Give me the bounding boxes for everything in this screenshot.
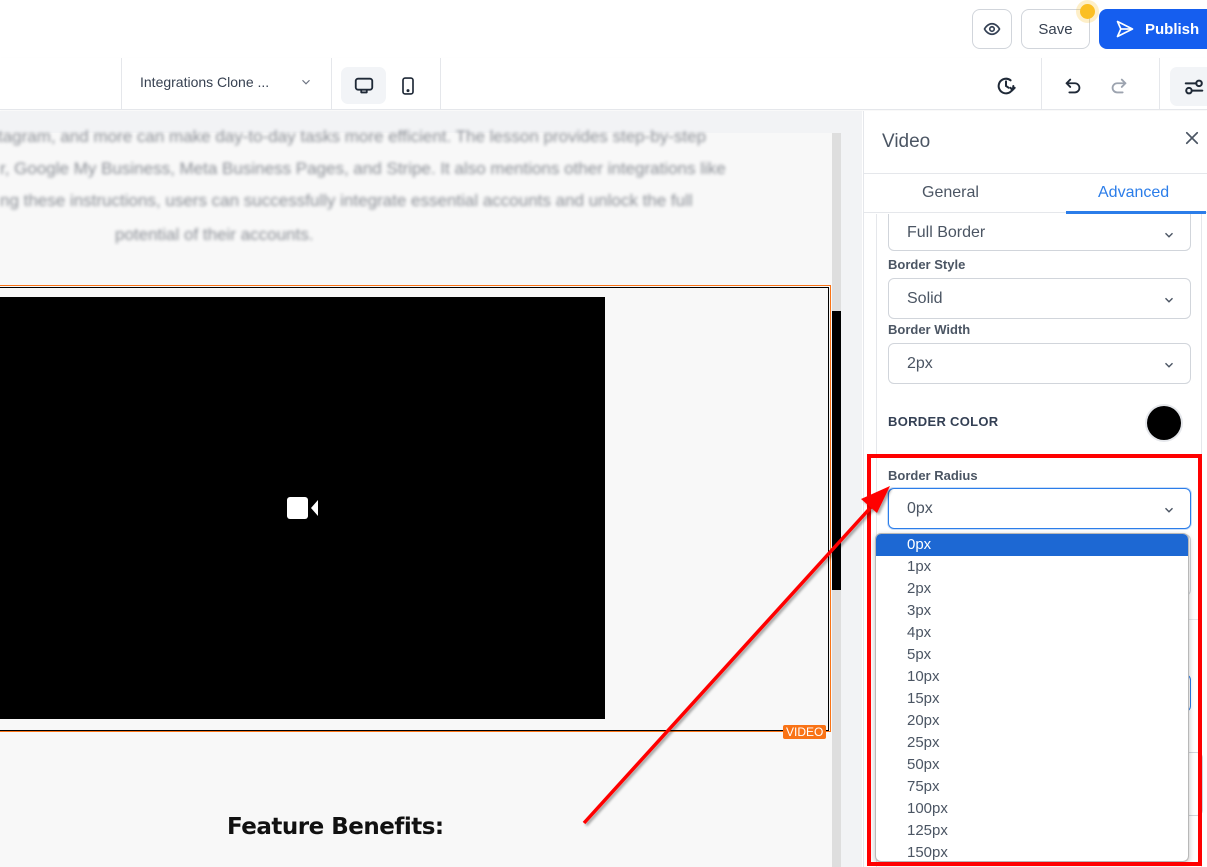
option-4px[interactable]: 4px	[876, 622, 1188, 644]
border-radius-value: 0px	[907, 500, 933, 517]
option-15px[interactable]: 15px	[876, 688, 1188, 710]
redo-button[interactable]	[1102, 67, 1136, 104]
panel-tabs: General Advanced	[864, 173, 1207, 214]
border-width-value: 2px	[907, 355, 933, 372]
option-125px[interactable]: 125px	[876, 820, 1188, 842]
divider	[1041, 58, 1042, 110]
settings-panel-button[interactable]	[1170, 67, 1207, 106]
divider	[440, 58, 441, 110]
option-75px[interactable]: 75px	[876, 776, 1188, 798]
feature-benefits-heading: Feature Benefits:	[227, 814, 444, 840]
divider	[876, 454, 1202, 455]
option-10px[interactable]: 10px	[876, 666, 1188, 688]
paragraph-line: ng these instructions, users can success…	[0, 191, 693, 210]
border-color-label: BORDER COLOR	[888, 414, 999, 429]
publish-label: Publish	[1145, 20, 1200, 38]
divider	[331, 58, 332, 110]
video-player[interactable]	[0, 297, 605, 719]
history-button[interactable]	[989, 67, 1023, 104]
monitor-icon	[354, 77, 373, 93]
paragraph-line: potential of their accounts.	[115, 225, 314, 244]
undo-button[interactable]	[1056, 67, 1090, 104]
option-0px[interactable]: 0px	[876, 534, 1188, 556]
close-icon[interactable]	[1183, 129, 1201, 147]
smartphone-icon	[402, 76, 414, 95]
border-width-label: Border Width	[888, 322, 971, 337]
option-150px[interactable]: 150px	[876, 842, 1188, 861]
device-mobile-button[interactable]	[392, 67, 424, 104]
border-style-value: Solid	[907, 290, 943, 307]
editor-toolbar: Integrations Clone ...	[0, 58, 1207, 110]
unsaved-indicator	[1080, 4, 1095, 19]
option-3px[interactable]: 3px	[876, 600, 1188, 622]
tab-advanced[interactable]: Advanced	[1098, 184, 1169, 202]
video-camera-icon	[286, 497, 318, 519]
option-100px[interactable]: 100px	[876, 798, 1188, 820]
element-type-tag: VIDEO	[783, 725, 827, 739]
option-20px[interactable]: 20px	[876, 710, 1188, 732]
divider	[121, 58, 122, 110]
canvas-scrollbar-thumb[interactable]	[832, 311, 841, 590]
chevron-down-icon[interactable]	[299, 75, 313, 89]
paragraph-line: tagram, and more can make day-to-day tas…	[0, 127, 707, 146]
border-type-value: Full Border	[907, 224, 986, 241]
border-radius-select[interactable]: 0px	[888, 488, 1191, 529]
option-2px[interactable]: 2px	[876, 578, 1188, 600]
sliders-icon	[1184, 79, 1204, 94]
border-type-select[interactable]: Full Border	[888, 214, 1191, 251]
border-style-select[interactable]: Solid	[888, 278, 1191, 319]
paragraph-line: r, Google My Business, Meta Business Pag…	[0, 159, 726, 178]
chevron-down-icon	[1165, 297, 1173, 303]
tab-general[interactable]: General	[922, 184, 979, 202]
border-color-swatch[interactable]	[1147, 406, 1181, 440]
option-25px[interactable]: 25px	[876, 732, 1188, 754]
page-select[interactable]: Integrations Clone ...	[140, 74, 269, 90]
device-desktop-button[interactable]	[341, 67, 386, 104]
chevron-down-icon	[1165, 232, 1173, 238]
border-width-select[interactable]: 2px	[888, 343, 1191, 384]
divider	[1159, 58, 1160, 110]
history-icon	[997, 77, 1016, 94]
save-label: Save	[1038, 20, 1073, 38]
border-radius-label: Border Radius	[888, 468, 978, 483]
preview-button[interactable]	[972, 9, 1012, 49]
option-5px[interactable]: 5px	[876, 644, 1188, 666]
editor-canvas[interactable]: tagram, and more can make day-to-day tas…	[0, 111, 862, 867]
border-radius-options[interactable]: 0px 1px 2px 3px 4px 5px 10px 15px 20px 2…	[875, 533, 1189, 862]
undo-icon	[1065, 78, 1081, 93]
option-1px[interactable]: 1px	[876, 556, 1188, 578]
send-icon	[1116, 20, 1134, 38]
option-50px[interactable]: 50px	[876, 754, 1188, 776]
redo-icon	[1111, 78, 1127, 93]
publish-button[interactable]: Publish	[1099, 9, 1207, 49]
chevron-down-icon	[1165, 507, 1173, 513]
chevron-down-icon	[1165, 362, 1173, 368]
border-style-label: Border Style	[888, 257, 966, 272]
save-button[interactable]: Save	[1021, 9, 1090, 49]
top-bar: Save Publish	[0, 0, 1207, 58]
eye-icon	[983, 22, 1001, 36]
panel-title: Video	[882, 131, 931, 152]
